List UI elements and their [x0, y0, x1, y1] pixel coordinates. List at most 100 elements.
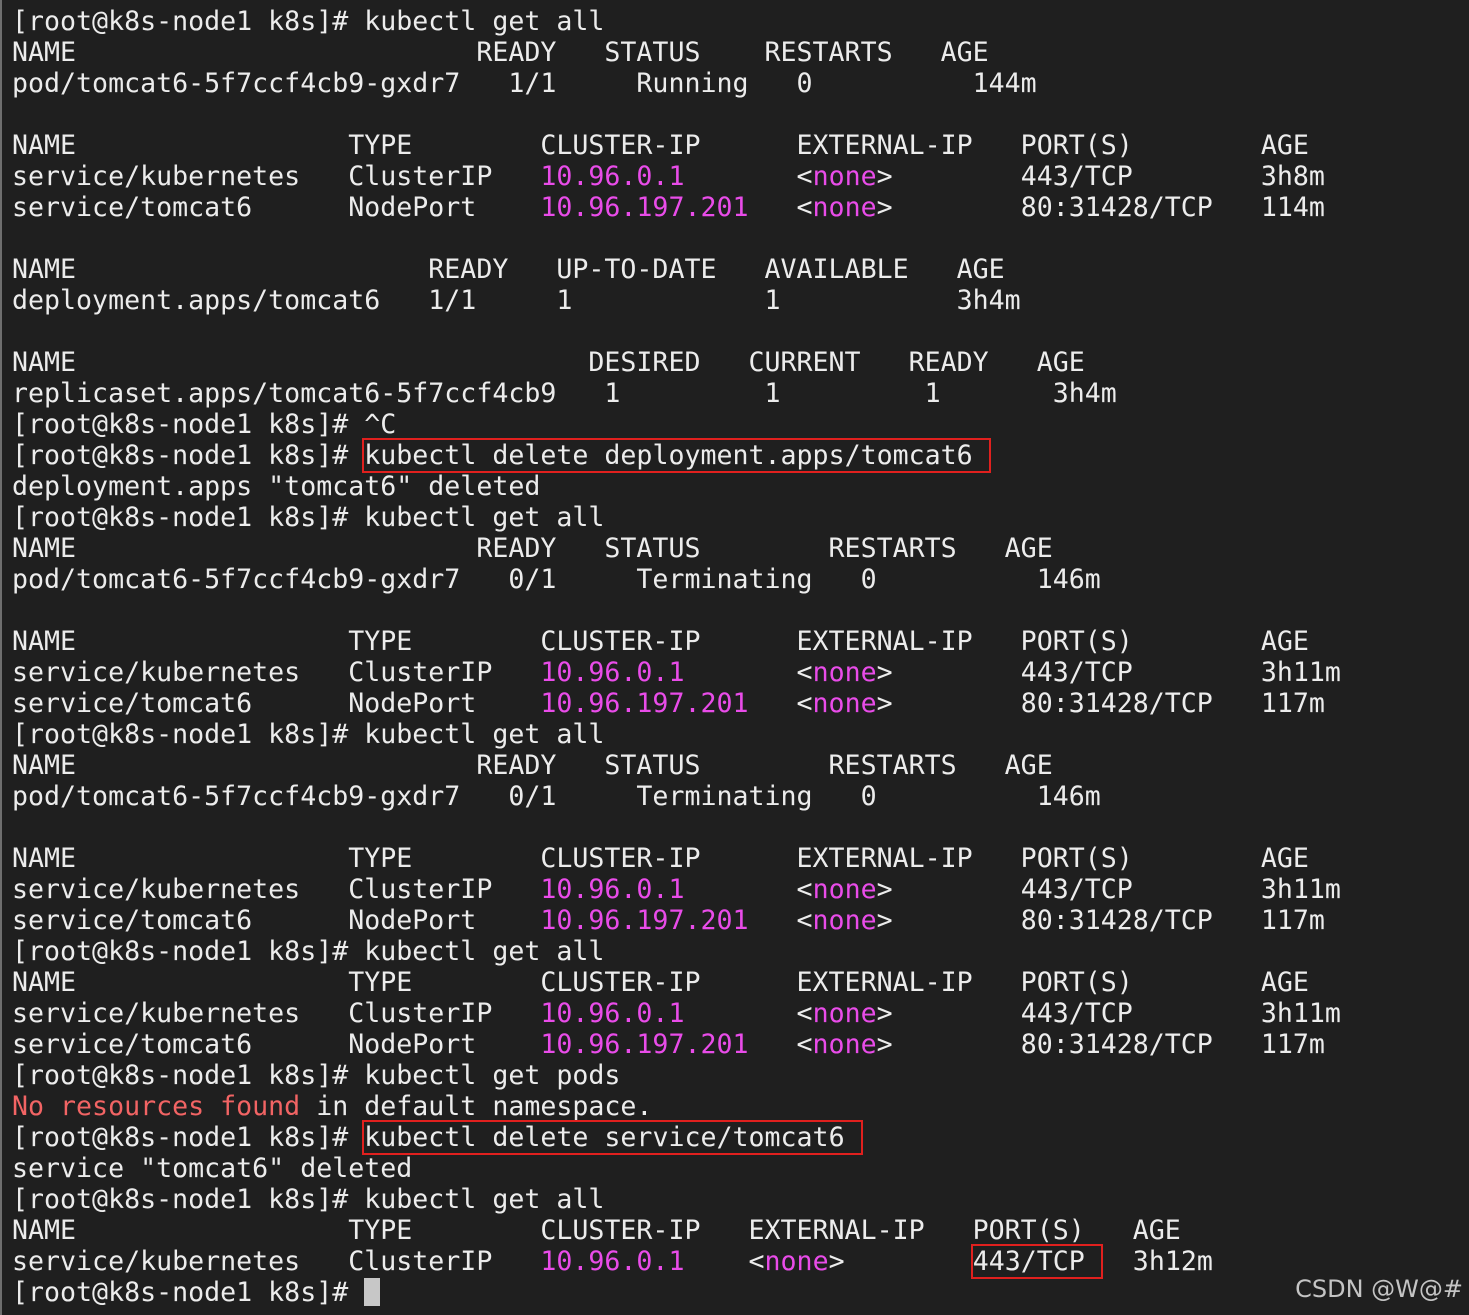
terminal-text: service/kubernetes ClusterIP — [12, 1246, 541, 1277]
terminal-text: NAME READY UP-TO-DATE AVAILABLE AGE — [12, 254, 1005, 285]
terminal-text: NAME READY STATUS RESTARTS AGE — [12, 533, 1053, 564]
cluster-ip-text: 10.96.197.201 — [540, 192, 749, 223]
cluster-ip-text: none — [812, 688, 877, 719]
terminal-text: [root@k8s-node1 k8s]# ^C — [12, 409, 397, 440]
terminal-text: replicaset.apps/tomcat6-5f7ccf4cb9 1 1 1… — [12, 378, 1117, 409]
terminal-line: [root@k8s-node1 k8s]# kubectl get all — [12, 936, 604, 967]
terminal-line: NAME READY STATUS RESTARTS AGE — [12, 533, 1053, 564]
terminal-text: pod/tomcat6-5f7ccf4cb9-gxdr7 0/1 Termina… — [12, 564, 1101, 595]
terminal-text: [root@k8s-node1 k8s]# — [12, 440, 365, 471]
terminal-line: NAME TYPE CLUSTER-IP EXTERNAL-IP PORT(S)… — [12, 843, 1309, 874]
terminal-line: NAME TYPE CLUSTER-IP EXTERNAL-IP PORT(S)… — [12, 967, 1309, 998]
terminal-text: NAME TYPE CLUSTER-IP EXTERNAL-IP PORT(S)… — [12, 130, 1309, 161]
terminal-text: > 80:31428/TCP 114m — [876, 192, 1325, 223]
terminal-text: > — [828, 1246, 973, 1277]
terminal-line: NAME TYPE CLUSTER-IP EXTERNAL-IP PORT(S)… — [12, 130, 1309, 161]
terminal-text: < — [684, 874, 813, 905]
terminal-text: service/tomcat6 NodePort — [12, 905, 541, 936]
terminal-line: No resources found in default namespace. — [12, 1091, 652, 1122]
terminal-line: [root@k8s-node1 k8s]# — [12, 1277, 381, 1308]
terminal-text: > 443/TCP 3h11m — [876, 998, 1341, 1029]
terminal-line: pod/tomcat6-5f7ccf4cb9-gxdr7 1/1 Running… — [12, 68, 1037, 99]
terminal-line: pod/tomcat6-5f7ccf4cb9-gxdr7 0/1 Termina… — [12, 781, 1101, 812]
terminal-text: < — [748, 1029, 813, 1060]
terminal-line: service/tomcat6 NodePort 10.96.197.201 <… — [12, 1029, 1325, 1060]
terminal-line: NAME TYPE CLUSTER-IP EXTERNAL-IP PORT(S)… — [12, 1215, 1181, 1246]
terminal-text: pod/tomcat6-5f7ccf4cb9-gxdr7 1/1 Running… — [12, 68, 1037, 99]
terminal-line: NAME DESIRED CURRENT READY AGE — [12, 347, 1085, 378]
terminal-line: deployment.apps/tomcat6 1/1 1 1 3h4m — [12, 285, 1021, 316]
cluster-ip-text: 10.96.0.1 — [540, 657, 685, 688]
terminal-text: NAME DESIRED CURRENT READY AGE — [12, 347, 1085, 378]
terminal-text: service "tomcat6" deleted — [12, 1153, 413, 1184]
cluster-ip-text: none — [812, 905, 877, 936]
terminal-line: NAME TYPE CLUSTER-IP EXTERNAL-IP PORT(S)… — [12, 626, 1309, 657]
terminal-text: deployment.apps "tomcat6" deleted — [12, 471, 541, 502]
cluster-ip-text: 10.96.197.201 — [540, 688, 749, 719]
terminal-line: service "tomcat6" deleted — [12, 1153, 412, 1184]
cluster-ip-text: 10.96.0.1 — [540, 1246, 685, 1277]
terminal-text: service/tomcat6 NodePort — [12, 1029, 541, 1060]
terminal-text: [root@k8s-node1 k8s]# kubectl get all — [12, 936, 605, 967]
terminal-text: > 80:31428/TCP 117m — [876, 905, 1325, 936]
terminal-text: [root@k8s-node1 k8s]# — [12, 1277, 365, 1308]
terminal-cursor[interactable] — [364, 1278, 381, 1306]
terminal-text: > 80:31428/TCP 117m — [876, 688, 1325, 719]
terminal-line: service/tomcat6 NodePort 10.96.197.201 <… — [12, 688, 1325, 719]
cluster-ip-text: none — [812, 998, 877, 1029]
terminal-text: service/kubernetes ClusterIP — [12, 874, 541, 905]
terminal-text: service/tomcat6 NodePort — [12, 192, 541, 223]
terminal-line: [root@k8s-node1 k8s]# kubectl delete dep… — [12, 438, 991, 473]
terminal-line: [root@k8s-node1 k8s]# kubectl get all — [12, 1184, 604, 1215]
terminal-text: NAME TYPE CLUSTER-IP EXTERNAL-IP PORT(S)… — [12, 1215, 1181, 1246]
terminal-text: > 443/TCP 3h11m — [876, 657, 1341, 688]
terminal-line: service/kubernetes ClusterIP 10.96.0.1 <… — [12, 1244, 1213, 1279]
terminal-text: NAME READY STATUS RESTARTS AGE — [12, 750, 1053, 781]
terminal-line: service/tomcat6 NodePort 10.96.197.201 <… — [12, 192, 1325, 223]
terminal-text: < — [748, 192, 813, 223]
terminal-text: deployment.apps/tomcat6 1/1 1 1 3h4m — [12, 285, 1021, 316]
terminal-text: NAME TYPE CLUSTER-IP EXTERNAL-IP PORT(S)… — [12, 843, 1309, 874]
terminal-line: NAME READY STATUS RESTARTS AGE — [12, 37, 989, 68]
cluster-ip-text: 10.96.0.1 — [540, 874, 685, 905]
terminal-text: service/kubernetes ClusterIP — [12, 657, 541, 688]
cluster-ip-text: 10.96.197.201 — [540, 1029, 749, 1060]
cluster-ip-text: none — [812, 161, 877, 192]
terminal-text: [root@k8s-node1 k8s]# kubectl get all — [12, 6, 605, 37]
terminal-text: < — [684, 657, 813, 688]
terminal-line: replicaset.apps/tomcat6-5f7ccf4cb9 1 1 1… — [12, 378, 1117, 409]
highlighted-text: kubectl delete deployment.apps/tomcat6 — [362, 438, 991, 473]
terminal-line: [root@k8s-node1 k8s]# kubectl get all — [12, 719, 604, 750]
terminal-line: pod/tomcat6-5f7ccf4cb9-gxdr7 0/1 Termina… — [12, 564, 1101, 595]
terminal-text: < — [684, 1246, 765, 1277]
error-text: No resources found — [12, 1091, 301, 1122]
terminal-text: < — [748, 905, 813, 936]
cluster-ip-text: none — [812, 192, 877, 223]
terminal-window[interactable]: [root@k8s-node1 k8s]# kubectl get all NAM… — [0, 0, 1469, 1315]
terminal-line: deployment.apps "tomcat6" deleted — [12, 471, 540, 502]
terminal-text: NAME TYPE CLUSTER-IP EXTERNAL-IP PORT(S)… — [12, 967, 1309, 998]
terminal-text: service/kubernetes ClusterIP — [12, 161, 541, 192]
terminal-line: NAME READY STATUS RESTARTS AGE — [12, 750, 1053, 781]
terminal-line: service/kubernetes ClusterIP 10.96.0.1 <… — [12, 998, 1341, 1029]
highlighted-text: 443/TCP — [970, 1244, 1103, 1279]
terminal-text: in default namespace. — [300, 1091, 653, 1122]
terminal-text: > 443/TCP 3h8m — [876, 161, 1325, 192]
terminal-text: > 80:31428/TCP 117m — [876, 1029, 1325, 1060]
terminal-line: service/kubernetes ClusterIP 10.96.0.1 <… — [12, 874, 1341, 905]
terminal-text: NAME READY STATUS RESTARTS AGE — [12, 37, 989, 68]
highlighted-text: kubectl delete service/tomcat6 — [362, 1120, 863, 1155]
cluster-ip-text: 10.96.197.201 — [540, 905, 749, 936]
terminal-text: NAME TYPE CLUSTER-IP EXTERNAL-IP PORT(S)… — [12, 626, 1309, 657]
cluster-ip-text: 10.96.0.1 — [540, 161, 685, 192]
terminal-line: [root@k8s-node1 k8s]# ^C — [12, 409, 396, 440]
watermark-text: CSDN @W@# — [1295, 1275, 1463, 1303]
terminal-line: [root@k8s-node1 k8s]# kubectl get all — [12, 6, 604, 37]
terminal-line: service/tomcat6 NodePort 10.96.197.201 <… — [12, 905, 1325, 936]
terminal-text: [root@k8s-node1 k8s]# — [12, 1122, 365, 1153]
terminal-line: service/kubernetes ClusterIP 10.96.0.1 <… — [12, 161, 1325, 192]
terminal-line: service/kubernetes ClusterIP 10.96.0.1 <… — [12, 657, 1341, 688]
cluster-ip-text: none — [812, 874, 877, 905]
terminal-text: 3h12m — [1100, 1246, 1213, 1277]
terminal-text: [root@k8s-node1 k8s]# kubectl get pods — [12, 1060, 621, 1091]
